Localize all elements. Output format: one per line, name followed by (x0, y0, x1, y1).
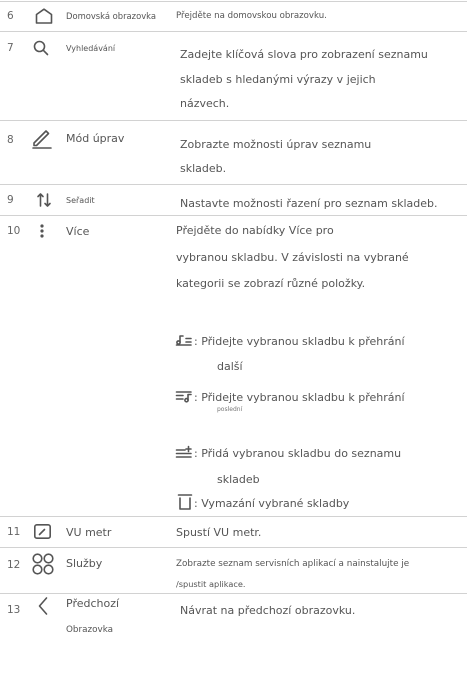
row-description: názvech. (180, 97, 230, 110)
row-description: Přejděte do nabídky Více pro (176, 224, 334, 237)
row-divider (0, 516, 467, 517)
sub-item-continuation: poslední (217, 406, 243, 413)
row-number: 12 (7, 559, 21, 571)
sub-item-text: : Vymazání vybrané skladby (194, 497, 350, 510)
row-divider (0, 184, 467, 185)
row-description: skladeb. (180, 162, 227, 175)
row-description: Návrat na předchozí obrazovku. (180, 604, 356, 617)
row-label: Seřadit (66, 196, 95, 205)
row-description: Zadejte klíčová slova pro zobrazení sezn… (180, 48, 428, 61)
sub-item-text: : Přidejte vybranou skladbu k přehrání (194, 335, 405, 348)
play-last-icon (175, 391, 192, 403)
row-label: Předchozí (66, 597, 120, 610)
sub-item-text: : Přidejte vybranou skladbu k přehrání (194, 391, 405, 404)
play-next-icon (175, 335, 192, 346)
row-divider (0, 1, 467, 2)
row-label: VU metr (66, 526, 112, 539)
row-description: skladeb s hledanými výrazy v jejich (180, 73, 376, 86)
vu-meter-icon (34, 524, 51, 539)
row-label: Služby (66, 557, 103, 570)
row-divider (0, 31, 467, 32)
more-icon (40, 224, 44, 238)
row-divider (0, 120, 467, 121)
sub-item-text: : Přidá vybranou skladbu do seznamu (194, 447, 402, 460)
row-label: Domovská obrazovka (66, 11, 156, 21)
row-number: 13 (7, 604, 21, 616)
row-number: 10 (7, 225, 21, 237)
row-description: Přejděte na domovskou obrazovku. (176, 11, 327, 21)
services-icon (32, 553, 54, 575)
add-to-playlist-icon (175, 445, 192, 458)
row-description: vybranou skladbu. V závislosti na vybran… (176, 251, 409, 264)
delete-icon (177, 494, 193, 510)
row-number: 6 (7, 10, 14, 22)
row-description: Zobrazte možnosti úprav seznamu (180, 138, 372, 151)
row-label-continuation: Obrazovka (66, 625, 114, 635)
row-divider (0, 547, 467, 548)
home-icon (35, 8, 53, 24)
row-description: Zobrazte seznam servisních aplikací a na… (176, 559, 410, 569)
row-description: Spustí VU metr. (176, 526, 262, 539)
row-divider (0, 593, 467, 594)
edit-icon (32, 130, 52, 149)
row-number: 8 (7, 134, 14, 146)
sort-icon (37, 193, 51, 207)
row-number: 7 (7, 42, 14, 54)
back-icon (38, 597, 48, 615)
row-number: 9 (7, 194, 14, 206)
sub-item-continuation: skladeb (217, 473, 260, 486)
row-description: kategorii se zobrazí různé položky. (176, 277, 366, 290)
row-label: Mód úprav (66, 132, 125, 145)
row-divider (0, 215, 467, 216)
search-icon (33, 40, 49, 56)
row-number: 11 (7, 526, 21, 538)
sub-item-continuation: další (217, 360, 243, 373)
row-description: Nastavte možnosti řazení pro seznam skla… (180, 197, 438, 210)
row-label: Vyhledávání (66, 44, 116, 53)
row-label: Více (66, 225, 90, 238)
row-description: /spustit aplikace. (176, 579, 246, 589)
